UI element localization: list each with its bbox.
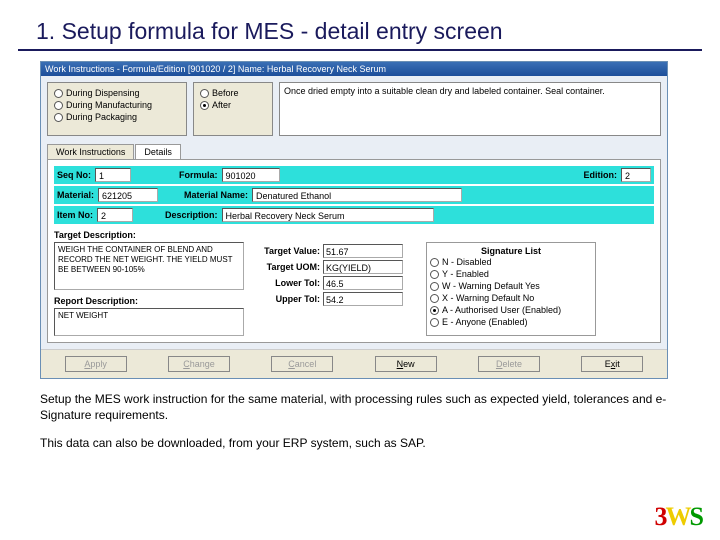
material-name-label: Material Name: — [184, 190, 248, 200]
radio-icon — [430, 294, 439, 303]
sig-N[interactable]: N - Disabled — [430, 256, 592, 268]
lower-tol-field[interactable]: 46.5 — [323, 276, 403, 290]
radio-label: During Dispensing — [66, 88, 140, 99]
sig-Y[interactable]: Y - Enabled — [430, 268, 592, 280]
apply-button[interactable]: Apply — [65, 356, 127, 372]
target-desc-text[interactable]: WEIGH THE CONTAINER OF BLEND AND RECORD … — [54, 242, 244, 290]
edition-label: Edition: — [584, 170, 618, 180]
radio-icon — [430, 282, 439, 291]
signature-group-label: Signature List — [430, 246, 592, 256]
tab-details[interactable]: Details — [135, 144, 181, 159]
logo-3ws: 3WS — [655, 502, 702, 532]
caption-1: Setup the MES work instruction for the s… — [40, 391, 680, 423]
radio-icon — [54, 113, 63, 122]
tab-details-body: Seq No: 1 Formula: 901020 Edition: 2 Mat… — [47, 159, 661, 343]
radio-label: During Manufacturing — [66, 100, 152, 111]
report-desc-label: Report Description: — [54, 296, 244, 306]
radio-label: After — [212, 100, 231, 111]
radio-packaging[interactable]: During Packaging — [54, 112, 180, 123]
target-uom-field[interactable]: KG(YIELD) — [323, 260, 403, 274]
delete-button[interactable]: Delete — [478, 356, 540, 372]
upper-tol-label: Upper Tol: — [250, 294, 320, 304]
sig-label: A - Authorised User (Enabled) — [442, 304, 561, 316]
formula-field[interactable]: 901020 — [222, 168, 280, 182]
material-label: Material: — [57, 190, 94, 200]
sig-X[interactable]: X - Warning Default No — [430, 292, 592, 304]
radio-icon — [430, 258, 439, 267]
sig-A[interactable]: A - Authorised User (Enabled) — [430, 304, 592, 316]
radio-icon — [54, 101, 63, 110]
exit-button[interactable]: Exit — [581, 356, 643, 372]
item-no-label: Item No: — [57, 210, 93, 220]
seq-field[interactable]: 1 — [95, 168, 131, 182]
before-after-group: Before After — [193, 82, 273, 136]
radio-icon — [200, 101, 209, 110]
row-seq-formula-edition: Seq No: 1 Formula: 901020 Edition: 2 — [54, 166, 654, 184]
target-uom-label: Target UOM: — [250, 262, 320, 272]
seq-label: Seq No: — [57, 170, 91, 180]
slide-title: 1. Setup formula for MES - detail entry … — [18, 0, 702, 51]
radio-dispensing[interactable]: During Dispensing — [54, 88, 180, 99]
logo-char-2: W — [666, 502, 690, 531]
radio-icon — [54, 89, 63, 98]
radio-after[interactable]: After — [200, 100, 266, 111]
radio-before[interactable]: Before — [200, 88, 266, 99]
radio-label: During Packaging — [66, 112, 137, 123]
button-row: Apply Change Cancel New Delete Exit — [41, 349, 667, 378]
cancel-button[interactable]: Cancel — [271, 356, 333, 372]
caption-2: This data can also be downloaded, from y… — [40, 435, 680, 451]
notes-box[interactable]: Once dried empty into a suitable clean d… — [279, 82, 661, 136]
radio-label: Before — [212, 88, 239, 99]
lower-tol-label: Lower Tol: — [250, 278, 320, 288]
formula-label: Formula: — [179, 170, 218, 180]
item-no-field[interactable]: 2 — [97, 208, 133, 222]
change-button[interactable]: Change — [168, 356, 230, 372]
radio-manufacturing[interactable]: During Manufacturing — [54, 100, 180, 111]
radio-icon — [430, 318, 439, 327]
description-label: Description: — [165, 210, 218, 220]
report-desc-text[interactable]: NET WEIGHT — [54, 308, 244, 336]
sig-label: N - Disabled — [442, 256, 492, 268]
description-field[interactable]: Herbal Recovery Neck Serum — [222, 208, 434, 222]
sig-label: X - Warning Default No — [442, 292, 534, 304]
phase-group: During Dispensing During Manufacturing D… — [47, 82, 187, 136]
row-item-desc: Item No: 2 Description: Herbal Recovery … — [54, 206, 654, 224]
radio-icon — [430, 270, 439, 279]
signature-group: Signature List N - Disabled Y - Enabled … — [426, 242, 596, 336]
sig-label: E - Anyone (Enabled) — [442, 316, 528, 328]
upper-tol-field[interactable]: 54.2 — [323, 292, 403, 306]
radio-icon — [430, 306, 439, 315]
target-value-label: Target Value: — [250, 246, 320, 256]
sig-W[interactable]: W - Warning Default Yes — [430, 280, 592, 292]
window-titlebar: Work Instructions - Formula/Edition [901… — [41, 62, 667, 76]
target-desc-label: Target Description: — [54, 230, 654, 240]
material-name-field[interactable]: Denatured Ethanol — [252, 188, 462, 202]
sig-label: W - Warning Default Yes — [442, 280, 540, 292]
app-window: Work Instructions - Formula/Edition [901… — [40, 61, 668, 379]
target-value-field[interactable]: 51.67 — [323, 244, 403, 258]
new-button[interactable]: New — [375, 356, 437, 372]
edition-field[interactable]: 2 — [621, 168, 651, 182]
radio-icon — [200, 89, 209, 98]
logo-char-1: 3 — [655, 502, 666, 531]
sig-label: Y - Enabled — [442, 268, 489, 280]
sig-E[interactable]: E - Anyone (Enabled) — [430, 316, 592, 328]
row-material: Material: 621205 Material Name: Denature… — [54, 186, 654, 204]
material-field[interactable]: 621205 — [98, 188, 158, 202]
tab-work-instructions[interactable]: Work Instructions — [47, 144, 134, 159]
logo-char-3: S — [690, 502, 702, 531]
